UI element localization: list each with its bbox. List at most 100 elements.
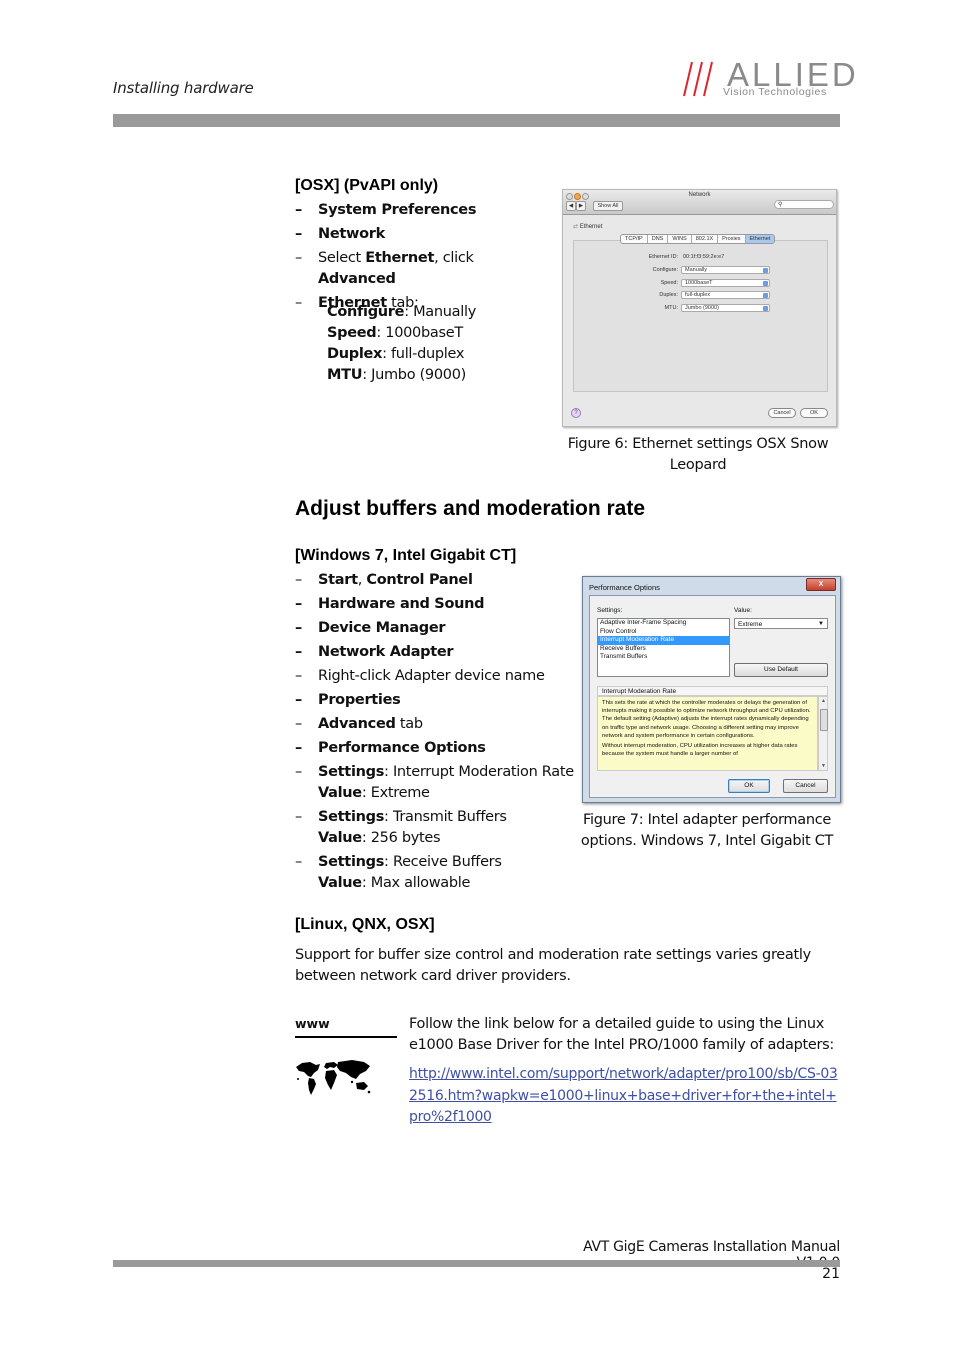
list-item: – Right-click Adapter device name	[295, 666, 585, 687]
dash-bullet: –	[295, 644, 302, 660]
field-row: Duplex: full-duplex	[603, 291, 813, 300]
field-select[interactable]: Manually	[681, 266, 770, 274]
dash-bullet: –	[295, 716, 302, 732]
help-icon[interactable]: ?	[571, 408, 581, 418]
param-row: MTU: Jumbo (9000)	[327, 365, 476, 386]
settings-list-item[interactable]: Receive Buffers	[598, 645, 729, 654]
tab-ethernet[interactable]: Ethernet	[745, 235, 775, 243]
intel-driver-link[interactable]: http://www.intel.com/support/network/ada…	[409, 1064, 844, 1129]
param-row: Speed: 1000baseT	[327, 323, 476, 344]
mac-settings-panel	[573, 240, 828, 392]
list-item: – Select Ethernet, click Advanced	[295, 248, 555, 290]
settings-label: Settings:	[597, 607, 623, 614]
figure-6-caption: Figure 6: Ethernet settings OSX Snow Leo…	[567, 436, 829, 473]
bold-term: Device Manager	[318, 620, 446, 636]
bold-term: Ethernet	[365, 250, 435, 266]
figure-7-caption: Figure 7: Intel adapter performance opti…	[580, 812, 834, 849]
list-item: – Settings: Interrupt Moderation Rate Valu…	[295, 762, 585, 804]
list-item: – Device Manager	[295, 618, 585, 639]
value-dropdown[interactable]: Extreme ▼	[734, 618, 828, 629]
settings-list-item[interactable]: Transmit Buffers	[598, 653, 729, 662]
field-select[interactable]: Jumbo (9000)	[681, 303, 770, 312]
footer-bar	[113, 1260, 840, 1267]
tab-tcp-ip[interactable]: TCP/IP	[621, 235, 648, 243]
description-text: This sets the rate at which the controll…	[597, 696, 818, 771]
cancel-button[interactable]: Cancel	[768, 408, 796, 418]
bold-term: Value	[318, 785, 362, 801]
list-item: – Advanced tab	[295, 714, 585, 735]
close-button[interactable]: X	[806, 578, 836, 591]
settings-list-item[interactable]: Flow Control	[598, 628, 729, 637]
value-label: Value:	[734, 607, 752, 614]
description-scrollbar[interactable]: ▲ ▼	[818, 696, 828, 771]
interface-label: ⇄ Ethernet	[573, 224, 603, 230]
list-item: – Start, Control Panel	[295, 570, 585, 591]
tab-dns[interactable]: DNS	[648, 235, 669, 243]
logo-slashes-icon	[683, 61, 713, 97]
tab-802-1x[interactable]: 802.1X	[692, 235, 719, 243]
list-item: – System Preferences	[295, 200, 555, 221]
network-arrows-icon: ⇄	[573, 224, 579, 230]
description-paragraph: This sets the rate at which the controll…	[602, 700, 811, 739]
field-select[interactable]: 1000baseT	[681, 278, 770, 287]
ethernet-id-label: Ethernet ID:	[648, 254, 678, 260]
win-window-title: Performance Options	[589, 583, 660, 592]
tab-proxies[interactable]: Proxies	[718, 235, 746, 243]
dash-bullet: –	[295, 250, 302, 266]
value-dropdown-text: Extreme	[738, 621, 763, 628]
scroll-up-icon[interactable]: ▲	[821, 698, 826, 704]
mac-titlebar: Network ◀ ▶ Show All ⚲	[563, 190, 836, 215]
search-icon: ⚲	[778, 202, 783, 208]
step-text: Right-click Adapter device name	[318, 668, 545, 684]
step-text: : 256 bytes	[361, 830, 441, 846]
osx-steps-list: – System Preferences – Network – Select Ether…	[295, 200, 555, 317]
forward-button[interactable]: ▶	[576, 201, 586, 211]
dash-bullet: –	[295, 596, 302, 612]
field-value: Jumbo (9000)	[685, 304, 719, 311]
settings-listbox[interactable]: Adaptive Inter-Frame Spacing Flow Control…	[597, 618, 730, 677]
dash-bullet: –	[295, 854, 302, 870]
scroll-thumb[interactable]	[820, 709, 828, 731]
list-item: – Performance Options	[295, 738, 585, 759]
use-default-button[interactable]: Use Default	[734, 663, 828, 677]
settings-list-item[interactable]: Interrupt Moderation Rate	[598, 636, 729, 645]
field-row: Speed: 1000baseT	[603, 278, 813, 288]
dash-bullet: –	[295, 620, 302, 636]
back-button[interactable]: ◀	[566, 201, 576, 211]
bold-term: Control Panel	[366, 572, 473, 588]
description-heading: Interrupt Moderation Rate	[597, 686, 828, 696]
list-item: – Network Adapter	[295, 642, 585, 663]
step-text: : Extreme	[361, 785, 430, 801]
dash-bullet: –	[295, 692, 302, 708]
www-label: www	[295, 1016, 330, 1031]
step-text: : Receive Buffers	[384, 854, 502, 870]
field-row: Configure: Manually	[603, 266, 813, 275]
ok-button[interactable]: OK	[800, 408, 828, 418]
chevron-down-icon: ▼	[818, 621, 824, 627]
bold-term: Advanced	[318, 716, 396, 732]
cancel-button[interactable]: Cancel	[783, 779, 828, 793]
settings-list-item[interactable]: Adaptive Inter-Frame Spacing	[598, 619, 729, 628]
field-label: Configure:	[652, 267, 678, 273]
tab-wins[interactable]: WINS	[668, 235, 692, 243]
bold-term: Settings	[318, 809, 385, 825]
list-item: – Network	[295, 224, 555, 245]
logo-subtitle: Vision Technologies	[723, 86, 827, 98]
show-all-button[interactable]: Show All	[593, 201, 623, 211]
bold-term: Duplex	[327, 346, 383, 362]
step-text: : Interrupt Moderation Rate	[384, 764, 574, 780]
running-head: Installing hardware	[113, 79, 254, 97]
list-item: – Settings: Transmit Buffers Value: 256 by…	[295, 807, 585, 849]
search-input[interactable]: ⚲	[774, 200, 834, 209]
field-label: Duplex:	[659, 292, 678, 298]
ok-button[interactable]: OK	[728, 779, 770, 793]
bold-term: Settings	[318, 854, 385, 870]
field-label: MTU:	[664, 304, 678, 311]
bold-term: Performance Options	[318, 740, 486, 756]
dash-bullet: –	[295, 226, 302, 242]
win-dialog-body: Settings: Value: Adaptive Inter-Frame Sp…	[589, 595, 836, 798]
field-select[interactable]: full-duplex	[681, 291, 770, 299]
stepper-arrows-icon	[763, 305, 768, 311]
scroll-down-icon[interactable]: ▼	[821, 763, 826, 769]
world-map-icon	[296, 1060, 371, 1095]
